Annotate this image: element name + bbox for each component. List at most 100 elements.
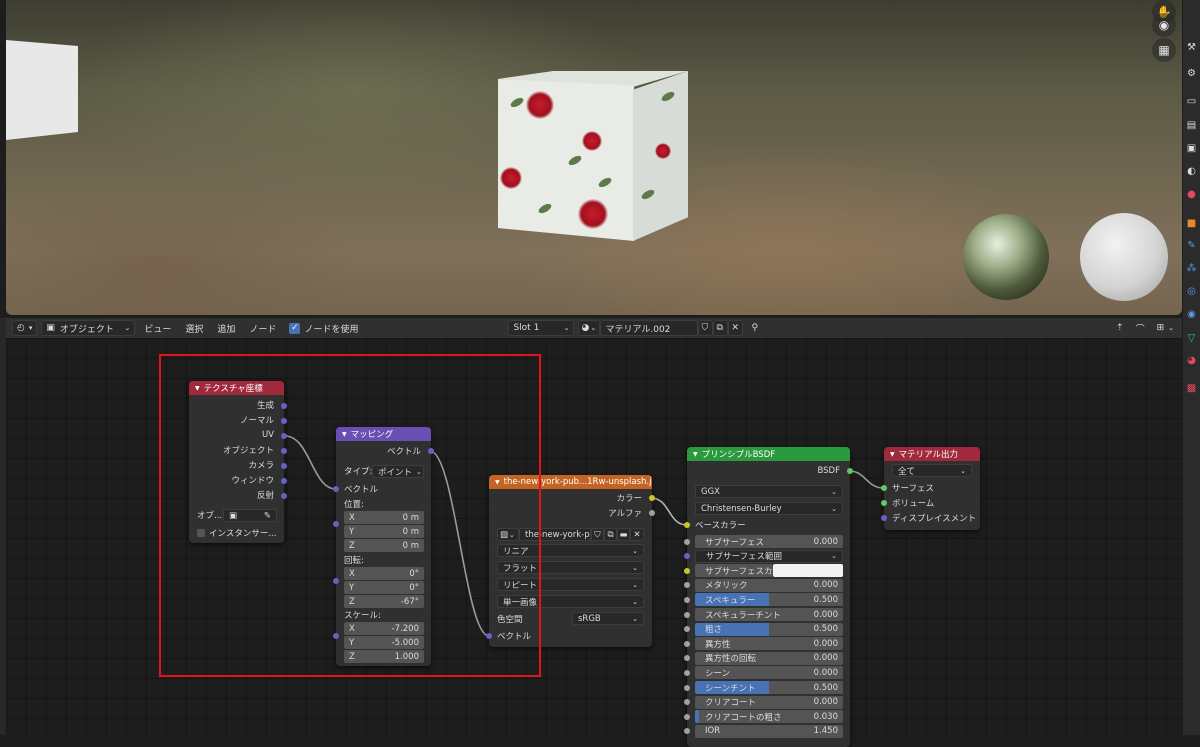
- param-label: メタリック: [705, 581, 748, 592]
- duplicate-icon: ⧉: [607, 529, 614, 540]
- subsurface-method-dropdown[interactable]: Christensen-Burley ⌄: [695, 502, 843, 515]
- open-image-button[interactable]: ▬: [617, 528, 630, 541]
- param-value: 0.000: [813, 536, 838, 547]
- socket-param[interactable]: [684, 713, 690, 720]
- close-icon: ✕: [633, 529, 641, 540]
- socket-param[interactable]: [684, 611, 690, 618]
- link-bsdf-to-surface[interactable]: [848, 470, 885, 489]
- socket-param[interactable]: [684, 640, 690, 647]
- socket-color-out[interactable]: [649, 495, 655, 501]
- input-displacement: ディスプレイスメント: [892, 514, 977, 524]
- socket-param[interactable]: [684, 669, 690, 676]
- bsdf-param-field[interactable]: IOR 1.450: [695, 724, 843, 738]
- socket-param[interactable]: [684, 728, 690, 735]
- param-value: 0.000: [813, 609, 838, 620]
- base-color-label: ベースカラー: [695, 521, 746, 531]
- param-label: サブサーフェスカ...: [705, 566, 773, 577]
- param-value: 0.000: [813, 667, 838, 678]
- bsdf-param-field[interactable]: メタリック 0.000: [695, 578, 843, 592]
- bsdf-param-field[interactable]: サブサーフェス範囲 ⌄: [695, 549, 843, 563]
- param-label: スペキュラー: [705, 595, 756, 606]
- socket-param[interactable]: [684, 626, 690, 633]
- output-alpha: アルファ: [608, 509, 642, 519]
- bsdf-param-field[interactable]: クリアコートの粗さ 0.030: [695, 710, 843, 724]
- bsdf-param-field[interactable]: シーン 0.000: [695, 666, 843, 680]
- param-label: シーンチント: [705, 683, 756, 694]
- param-value: 0.000: [813, 697, 838, 708]
- value-fill-bar: [695, 710, 700, 724]
- socket-param[interactable]: [684, 538, 690, 545]
- socket-param[interactable]: [684, 684, 690, 691]
- param-value: 0.000: [813, 580, 838, 591]
- bsdf-param-field[interactable]: クリアコート 0.000: [695, 695, 843, 709]
- highlight-rectangle: [159, 354, 541, 677]
- bsdf-param-field[interactable]: サブサーフェス 0.000: [695, 535, 843, 548]
- param-value: 0.500: [813, 624, 838, 635]
- param-value: 0.500: [813, 594, 838, 605]
- param-label: 異方性: [705, 639, 731, 650]
- socket-volume[interactable]: [881, 500, 887, 506]
- duplicate-image-button[interactable]: ⧉: [604, 528, 617, 541]
- input-volume: ボリューム: [892, 499, 935, 509]
- socket-param[interactable]: [684, 699, 690, 706]
- param-label: シーン: [705, 668, 731, 679]
- shield-icon: ⛉: [594, 529, 601, 540]
- chevron-down-icon: ⌄: [632, 597, 638, 606]
- socket-displacement[interactable]: [881, 515, 887, 521]
- link-color-to-basecolor[interactable]: [650, 497, 688, 526]
- socket-param[interactable]: [684, 567, 690, 574]
- unlink-image-button[interactable]: ✕: [630, 528, 644, 541]
- target-dropdown[interactable]: 全て ⌄: [892, 464, 972, 477]
- chevron-down-icon: ⌄: [831, 504, 837, 513]
- chevron-down-icon: ⌄: [632, 546, 638, 555]
- chevron-down-icon: ⌄: [632, 580, 638, 589]
- bsdf-param-field[interactable]: 異方性の回転 0.000: [695, 651, 843, 665]
- colorspace-dropdown[interactable]: sRGB ⌄: [572, 612, 644, 625]
- socket-surface[interactable]: [881, 485, 887, 491]
- socket-param[interactable]: [684, 596, 690, 603]
- bsdf-param-field[interactable]: 粗さ 0.500: [695, 622, 843, 636]
- param-label: サブサーフェス: [705, 537, 764, 548]
- distribution-dropdown[interactable]: GGX ⌄: [695, 485, 843, 498]
- folder-icon: ▬: [619, 529, 628, 540]
- param-label: サブサーフェス範囲: [706, 552, 782, 563]
- bsdf-param-field[interactable]: スペキュラー 0.500: [695, 593, 843, 607]
- input-surface: サーフェス: [892, 484, 934, 494]
- chevron-down-icon: ⌄: [960, 466, 966, 475]
- chevron-down-icon: ⌄: [632, 614, 638, 623]
- socket-param[interactable]: [684, 553, 690, 560]
- socket-bsdf-out[interactable]: [847, 468, 853, 474]
- node-header[interactable]: ▼ プリンシプルBSDF: [687, 447, 850, 461]
- socket-param[interactable]: [684, 655, 690, 662]
- chevron-down-icon: ⌄: [831, 487, 837, 496]
- bsdf-param-field[interactable]: サブサーフェスカ...: [695, 564, 773, 578]
- node-material-output[interactable]: ▼ マテリアル出力 全て ⌄ サーフェス ボリューム ディスプレイスメント: [881, 447, 980, 530]
- param-value: 0.500: [813, 682, 838, 693]
- chevron-down-icon: ⌄: [632, 563, 638, 572]
- node-principled-bsdf[interactable]: ▼ プリンシプルBSDF BSDF GGX ⌄ Christensen-Burle…: [684, 447, 853, 747]
- socket-param[interactable]: [684, 582, 690, 589]
- node-header[interactable]: ▼ マテリアル出力: [884, 447, 980, 461]
- param-label: 粗さ: [705, 625, 723, 636]
- collapse-triangle-icon[interactable]: ▼: [693, 451, 698, 458]
- param-value: 0.000: [813, 653, 838, 664]
- param-value: 0.030: [813, 711, 838, 722]
- color-swatch[interactable]: [773, 564, 843, 578]
- param-label: 異方性の回転: [705, 654, 757, 665]
- socket-alpha-out[interactable]: [649, 510, 655, 516]
- bsdf-param-field[interactable]: シーンチント 0.500: [695, 681, 843, 694]
- fake-user-button[interactable]: ⛉: [591, 528, 604, 541]
- chevron-down-icon: ⌄: [831, 552, 837, 561]
- param-label: クリアコートの粗さ: [705, 712, 782, 723]
- socket-base-color[interactable]: [684, 522, 690, 528]
- param-label: スペキュラーチント: [705, 610, 781, 621]
- output-bsdf: BSDF: [817, 466, 840, 476]
- node-title: マテリアル出力: [898, 450, 959, 460]
- bsdf-param-field[interactable]: 異方性 0.000: [695, 637, 843, 651]
- collapse-triangle-icon[interactable]: ▼: [890, 451, 895, 458]
- param-value: 0.000: [813, 638, 838, 649]
- param-label: クリアコート: [705, 698, 757, 709]
- output-color: カラー: [616, 494, 642, 504]
- bsdf-param-field[interactable]: スペキュラーチント 0.000: [695, 608, 843, 621]
- node-title: プリンシプルBSDF: [701, 450, 776, 460]
